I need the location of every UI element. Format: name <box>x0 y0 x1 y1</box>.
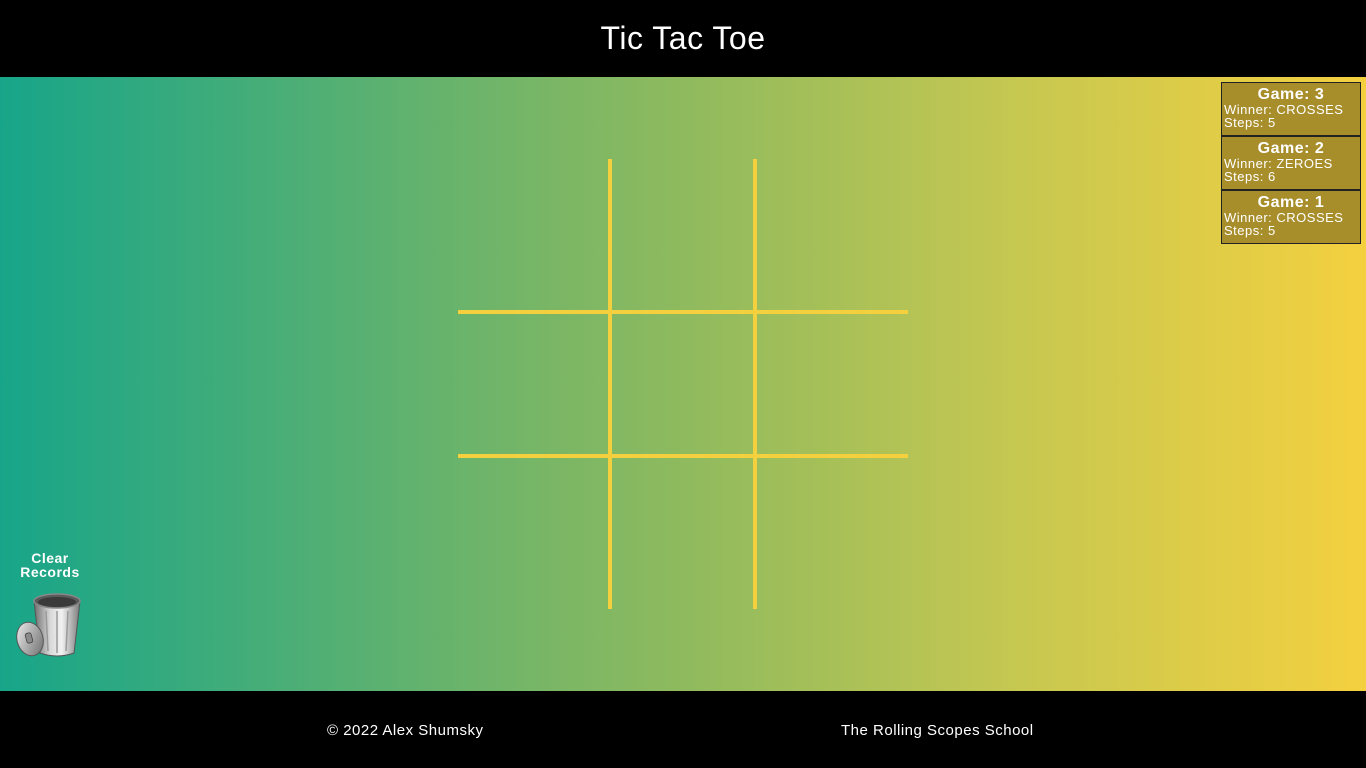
game-record: Game: 2 Winner: ZEROES Steps: 6 <box>1221 136 1361 190</box>
page-title: Tic Tac Toe <box>600 20 766 56</box>
clear-records-label-line1: Clear <box>31 550 69 566</box>
board-cell-6[interactable] <box>757 314 902 459</box>
clear-records-button[interactable]: Clear Records <box>14 551 86 664</box>
page-footer: © 2022 Alex Shumsky The Rolling Scopes S… <box>0 691 1366 768</box>
game-board <box>458 159 908 609</box>
record-game-number: Game: 2 <box>1257 140 1325 157</box>
record-game-number: Game: 1 <box>1257 194 1325 211</box>
record-steps: Steps: 6 <box>1224 169 1276 184</box>
record-steps: Steps: 5 <box>1224 223 1276 238</box>
game-record: Game: 1 Winner: CROSSES Steps: 5 <box>1221 190 1361 244</box>
board-cell-1[interactable] <box>458 159 603 304</box>
game-records-list: Game: 3 Winner: CROSSES Steps: 5 Game: 2… <box>1221 82 1361 244</box>
board-cell-8[interactable] <box>612 458 757 603</box>
board-cell-9[interactable] <box>757 458 902 603</box>
board-cell-2[interactable] <box>612 159 757 304</box>
board-cell-7[interactable] <box>458 458 603 603</box>
trash-can-icon[interactable] <box>14 587 86 659</box>
game-record: Game: 3 Winner: CROSSES Steps: 5 <box>1221 82 1361 136</box>
board-cell-4[interactable] <box>458 314 603 459</box>
board-cell-5[interactable] <box>612 314 757 459</box>
record-steps: Steps: 5 <box>1224 115 1276 130</box>
record-game-number: Game: 3 <box>1257 86 1325 103</box>
board-cell-3[interactable] <box>757 159 902 304</box>
page-header: Tic Tac Toe <box>0 0 1366 77</box>
clear-records-label-line2: Records <box>20 564 80 580</box>
footer-school-link[interactable]: The Rolling Scopes School <box>841 722 1034 739</box>
game-area: Game: 3 Winner: CROSSES Steps: 5 Game: 2… <box>0 77 1366 691</box>
footer-copyright: © 2022 Alex Shumsky <box>327 722 484 739</box>
